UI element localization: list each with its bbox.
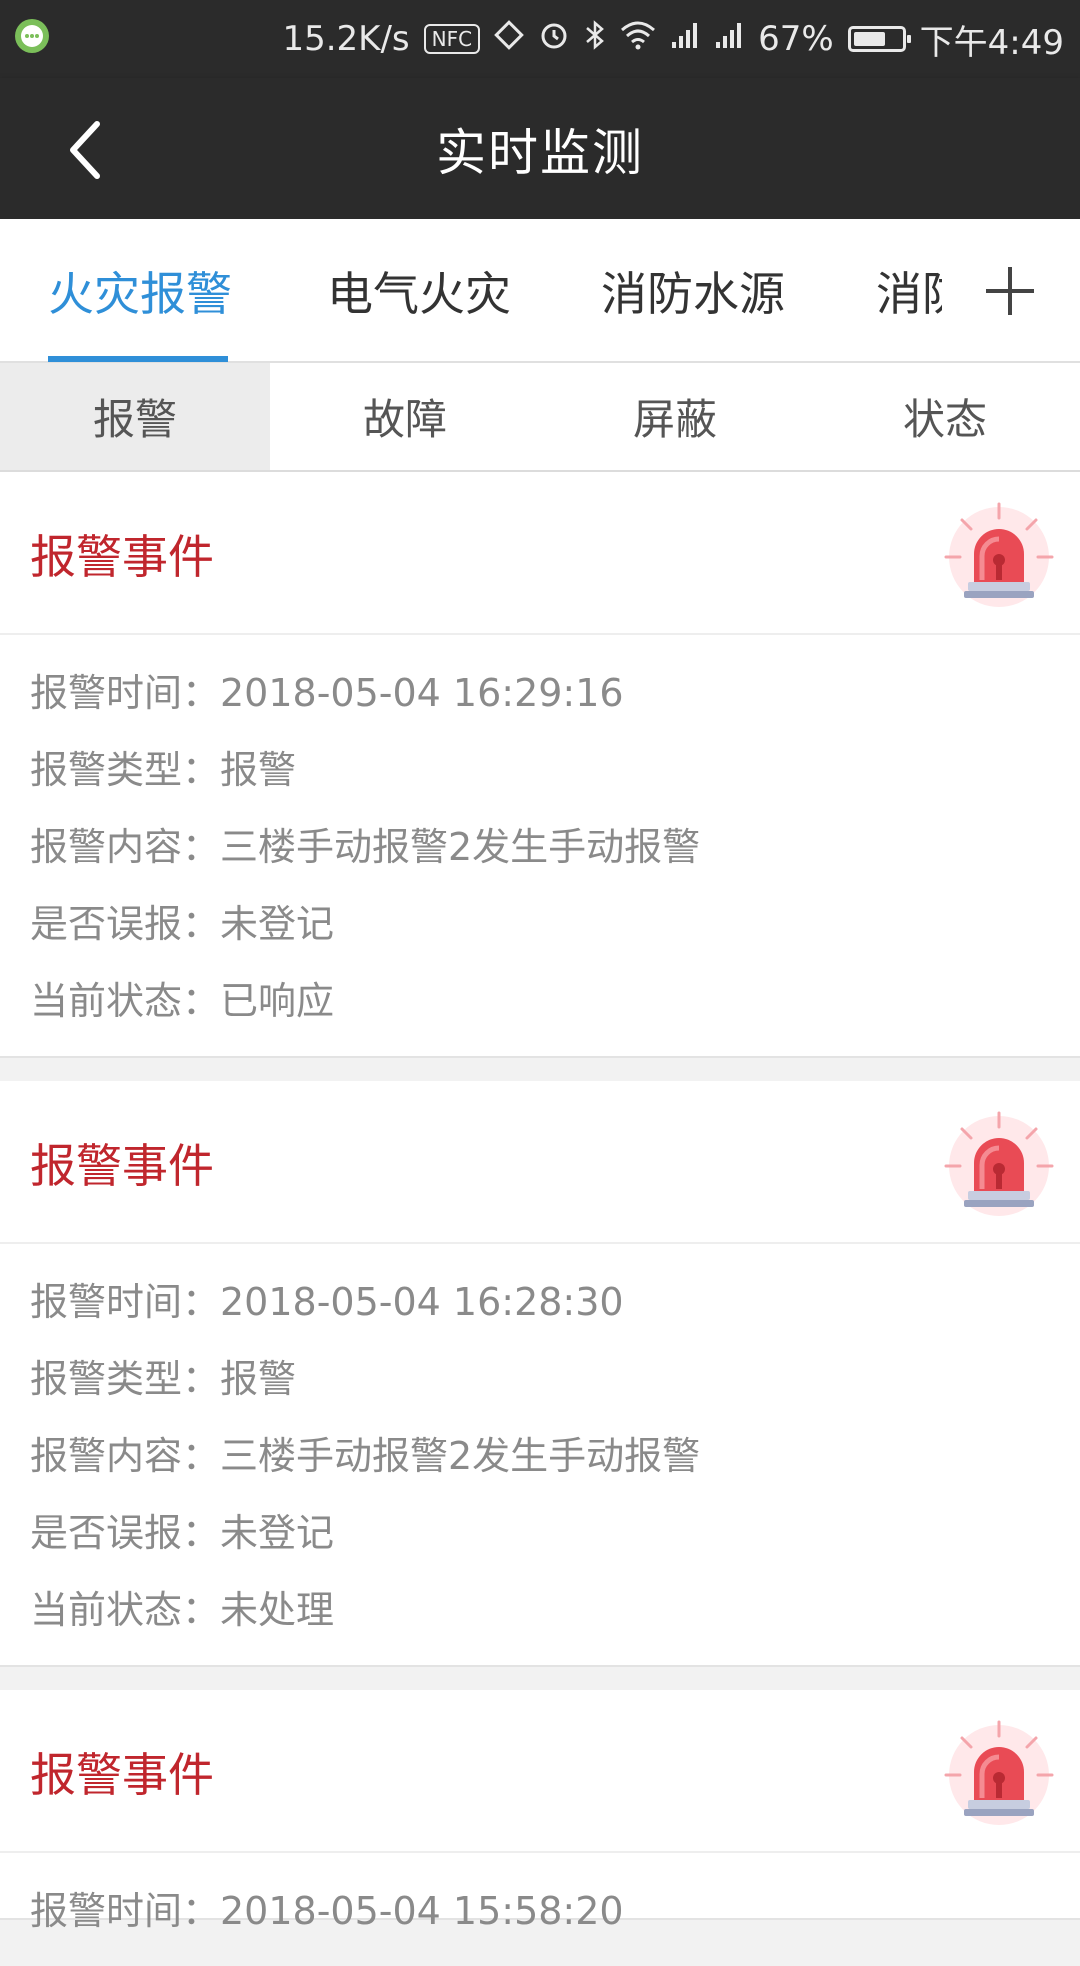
battery-icon [847, 26, 911, 52]
chevron-left-icon [70, 121, 100, 179]
alarm-event-card[interactable]: 报警事件 报警时间：2018-05-04 15:58:20 [0, 1690, 1080, 1933]
current-status: 当前状态：未处理 [30, 1588, 335, 1632]
app-bar: 实时监测 [0, 78, 1080, 219]
alarm-type: 报警类型：报警 [30, 748, 297, 792]
active-tab-indicator [48, 356, 228, 362]
card-body: 报警时间：2018-05-04 16:28:30 报警类型：报警 报警内容：三楼… [0, 1244, 1080, 1665]
event-title: 报警事件 [30, 529, 214, 584]
card-body: 报警时间：2018-05-04 16:29:16 报警类型：报警 报警内容：三楼… [0, 635, 1080, 1056]
tab-fire-water-source[interactable]: 消防水源 [601, 219, 785, 363]
wifi-icon [620, 19, 656, 59]
back-button[interactable] [50, 110, 120, 190]
page-title: 实时监测 [436, 123, 644, 182]
rotate-icon [494, 19, 524, 59]
battery-level [853, 32, 885, 46]
subtab-shield[interactable]: 屏蔽 [540, 363, 810, 470]
signal-icon [670, 19, 700, 59]
tab-fire-alarm[interactable]: 火灾报警 [48, 219, 232, 363]
card-header: 报警事件 [0, 1081, 1080, 1244]
event-title: 报警事件 [30, 1138, 214, 1193]
current-status: 当前状态：已响应 [30, 979, 335, 1023]
false-alarm-status: 是否误报：未登记 [30, 1511, 335, 1555]
category-tabs: 火灾报警 电气火灾 消防水源 消防 [0, 219, 1080, 363]
clock: 下午4:49 [919, 22, 1064, 63]
siren-icon [944, 1111, 1054, 1216]
false-alarm-status: 是否误报：未登记 [30, 902, 335, 946]
alarm-content: 报警内容：三楼手动报警2发生手动报警 [30, 825, 701, 869]
network-speed: 15.2K/s [282, 19, 410, 59]
bluetooth-icon [584, 19, 606, 60]
alarm-time: 报警时间：2018-05-04 16:28:30 [30, 1280, 624, 1324]
siren-icon [944, 1720, 1054, 1825]
alarm-clock-icon [538, 19, 570, 60]
signal-icon [714, 19, 744, 59]
battery-percent: 67% [758, 19, 834, 59]
card-header: 报警事件 [0, 1690, 1080, 1853]
alarm-time: 报警时间：2018-05-04 15:58:20 [30, 1889, 624, 1933]
nfc-icon: NFC [423, 24, 481, 54]
subtab-status[interactable]: 状态 [810, 363, 1080, 470]
alarm-event-card[interactable]: 报警事件 报警时间：2018-05-04 16:28:30 报警类型：报警 报警… [0, 1081, 1080, 1667]
sub-tabs: 报警 故障 屏蔽 状态 [0, 363, 1080, 472]
alarm-time: 报警时间：2018-05-04 16:29:16 [30, 671, 624, 715]
add-tab-button[interactable] [980, 261, 1040, 321]
event-title: 报警事件 [30, 1747, 214, 1802]
subtab-fault[interactable]: 故障 [270, 363, 540, 470]
subtab-alarm[interactable]: 报警 [0, 363, 270, 470]
card-body: 报警时间：2018-05-04 15:58:20 [0, 1853, 1080, 1966]
alarm-content: 报警内容：三楼手动报警2发生手动报警 [30, 1434, 701, 1478]
status-bar: 15.2K/s NFC 67% 下午4:49 [0, 0, 1080, 78]
tab-electrical-fire[interactable]: 电气火灾 [327, 219, 511, 363]
card-header: 报警事件 [0, 472, 1080, 635]
siren-icon [944, 502, 1054, 607]
alarm-event-card[interactable]: 报警事件 报警时间：2018-05-04 16:29:16 报警类型：报警 报警… [0, 472, 1080, 1058]
alarm-type: 报警类型：报警 [30, 1357, 297, 1401]
tab-fire-more[interactable]: 消防 [876, 219, 942, 363]
notification-app-icon [14, 18, 50, 54]
